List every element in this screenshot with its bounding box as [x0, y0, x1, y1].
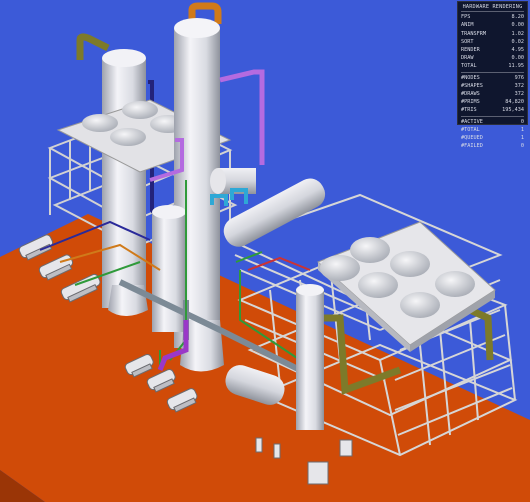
stats-row: #ACTIVE 0: [461, 118, 524, 126]
stats-label: DRAW: [461, 55, 474, 62]
stats-label: TRANSFRM: [461, 30, 486, 37]
hardware-rendering-stats-panel: HARDWARE RENDERING FPS 8.20 ANIM 0.00 TRANSF…: [457, 1, 528, 149]
stats-row: TOTAL 11.95: [461, 62, 524, 70]
stats-value: 11.95: [508, 63, 524, 70]
stats-row: #SHAPES 372: [461, 82, 524, 90]
stats-row: DRAW 0.00: [461, 54, 524, 62]
stats-value: 0.00: [511, 55, 525, 62]
stats-value: 0.00: [511, 22, 525, 29]
stats-label: #TRIS: [461, 107, 477, 114]
stats-label: #TOTAL: [461, 126, 480, 133]
stats-row: #QUEUED 1: [461, 134, 524, 142]
column-right: [296, 284, 324, 430]
stats-value: 84,820: [505, 99, 524, 106]
stats-title: HARDWARE RENDERING: [461, 3, 524, 13]
stats-value: 1: [520, 126, 524, 133]
stats-label: #FAILED: [461, 143, 483, 150]
stats-value: 976: [514, 74, 524, 81]
plant-3d-viewport[interactable]: [0, 0, 530, 502]
stats-row: ANIM 0.00: [461, 21, 524, 29]
stats-value: 372: [514, 91, 524, 98]
stats-value: 1: [520, 135, 524, 142]
stats-label: #ACTIVE: [461, 118, 483, 125]
stats-label: FPS: [461, 14, 471, 21]
stats-value: 0.02: [511, 38, 525, 45]
column-left: [102, 49, 148, 316]
stats-value: 372: [514, 82, 524, 89]
stats-label: #QUEUED: [461, 135, 483, 142]
stats-row: #TOTAL 1: [461, 126, 524, 134]
stats-label: SORT: [461, 38, 474, 45]
stats-separator: [461, 71, 524, 73]
stats-row: RENDER 4.95: [461, 46, 524, 54]
stats-value: 0: [520, 143, 524, 150]
stats-value: 0: [520, 118, 524, 125]
stats-label: #NODES: [461, 74, 480, 81]
stats-label: ANIM: [461, 22, 474, 29]
stats-label: #SHAPES: [461, 82, 483, 89]
stats-row: #PRIMS 84,820: [461, 98, 524, 106]
stats-row: SORT 0.02: [461, 38, 524, 46]
stats-separator: [461, 115, 524, 117]
stats-row: #FAILED 0: [461, 142, 524, 150]
stats-value: 4.95: [511, 47, 525, 54]
stats-row: #NODES 976: [461, 74, 524, 82]
stats-label: TOTAL: [461, 63, 477, 70]
stats-value: 195,434: [502, 107, 524, 114]
stats-label: #PRIMS: [461, 99, 480, 106]
stats-value: 8.20: [511, 14, 525, 21]
stats-row: #TRIS 195,434: [461, 106, 524, 114]
stats-row: #DRAWS 372: [461, 90, 524, 98]
stats-label: #DRAWS: [461, 91, 480, 98]
stats-row: TRANSFRM 1.02: [461, 30, 524, 38]
stats-value: 1.02: [511, 30, 525, 37]
stats-row: FPS 8.20: [461, 13, 524, 21]
stats-label: RENDER: [461, 47, 480, 54]
